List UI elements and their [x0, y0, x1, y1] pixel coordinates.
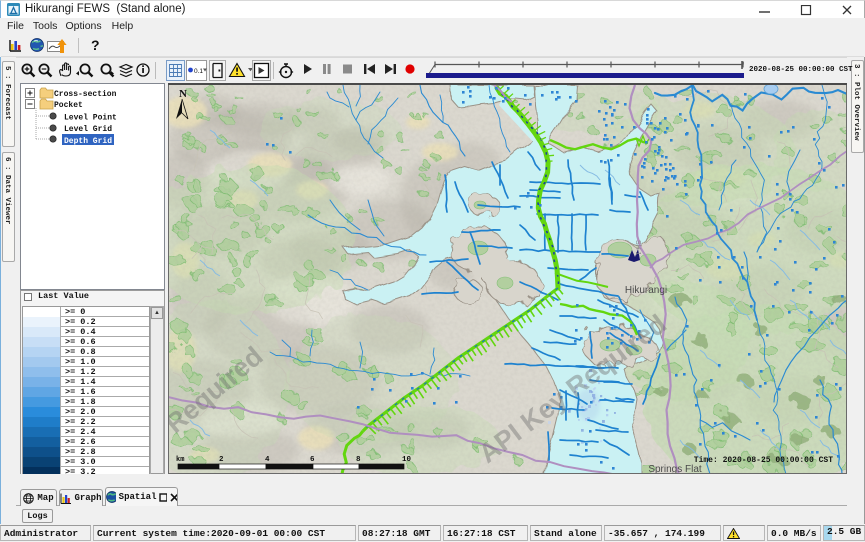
svg-text:4: 4	[265, 456, 270, 464]
svg-text:N: N	[179, 88, 187, 100]
svg-text:6: 6	[310, 456, 315, 464]
svg-text:Cross-section: Cross-section	[54, 90, 117, 99]
svg-text:8: 8	[356, 456, 361, 464]
svg-text:SH 1: SH 1	[634, 240, 641, 256]
svg-text:Level Grid: Level Grid	[64, 125, 112, 134]
svg-text:Depth Grid: Depth Grid	[64, 137, 112, 146]
svg-text:Hikurangi: Hikurangi	[625, 285, 667, 296]
svg-text:10: 10	[402, 456, 412, 464]
svg-text:Level Point: Level Point	[64, 114, 117, 123]
svg-text:Time: 2020-08-25 00:00:00 CST: Time: 2020-08-25 00:00:00 CST	[694, 456, 833, 465]
svg-text:Springs Flat: Springs Flat	[648, 464, 702, 474]
svg-text:0.1: 0.1	[194, 68, 203, 75]
svg-text:Pocket: Pocket	[54, 101, 83, 110]
svg-text:km: km	[176, 456, 184, 464]
svg-text:2: 2	[219, 456, 224, 464]
